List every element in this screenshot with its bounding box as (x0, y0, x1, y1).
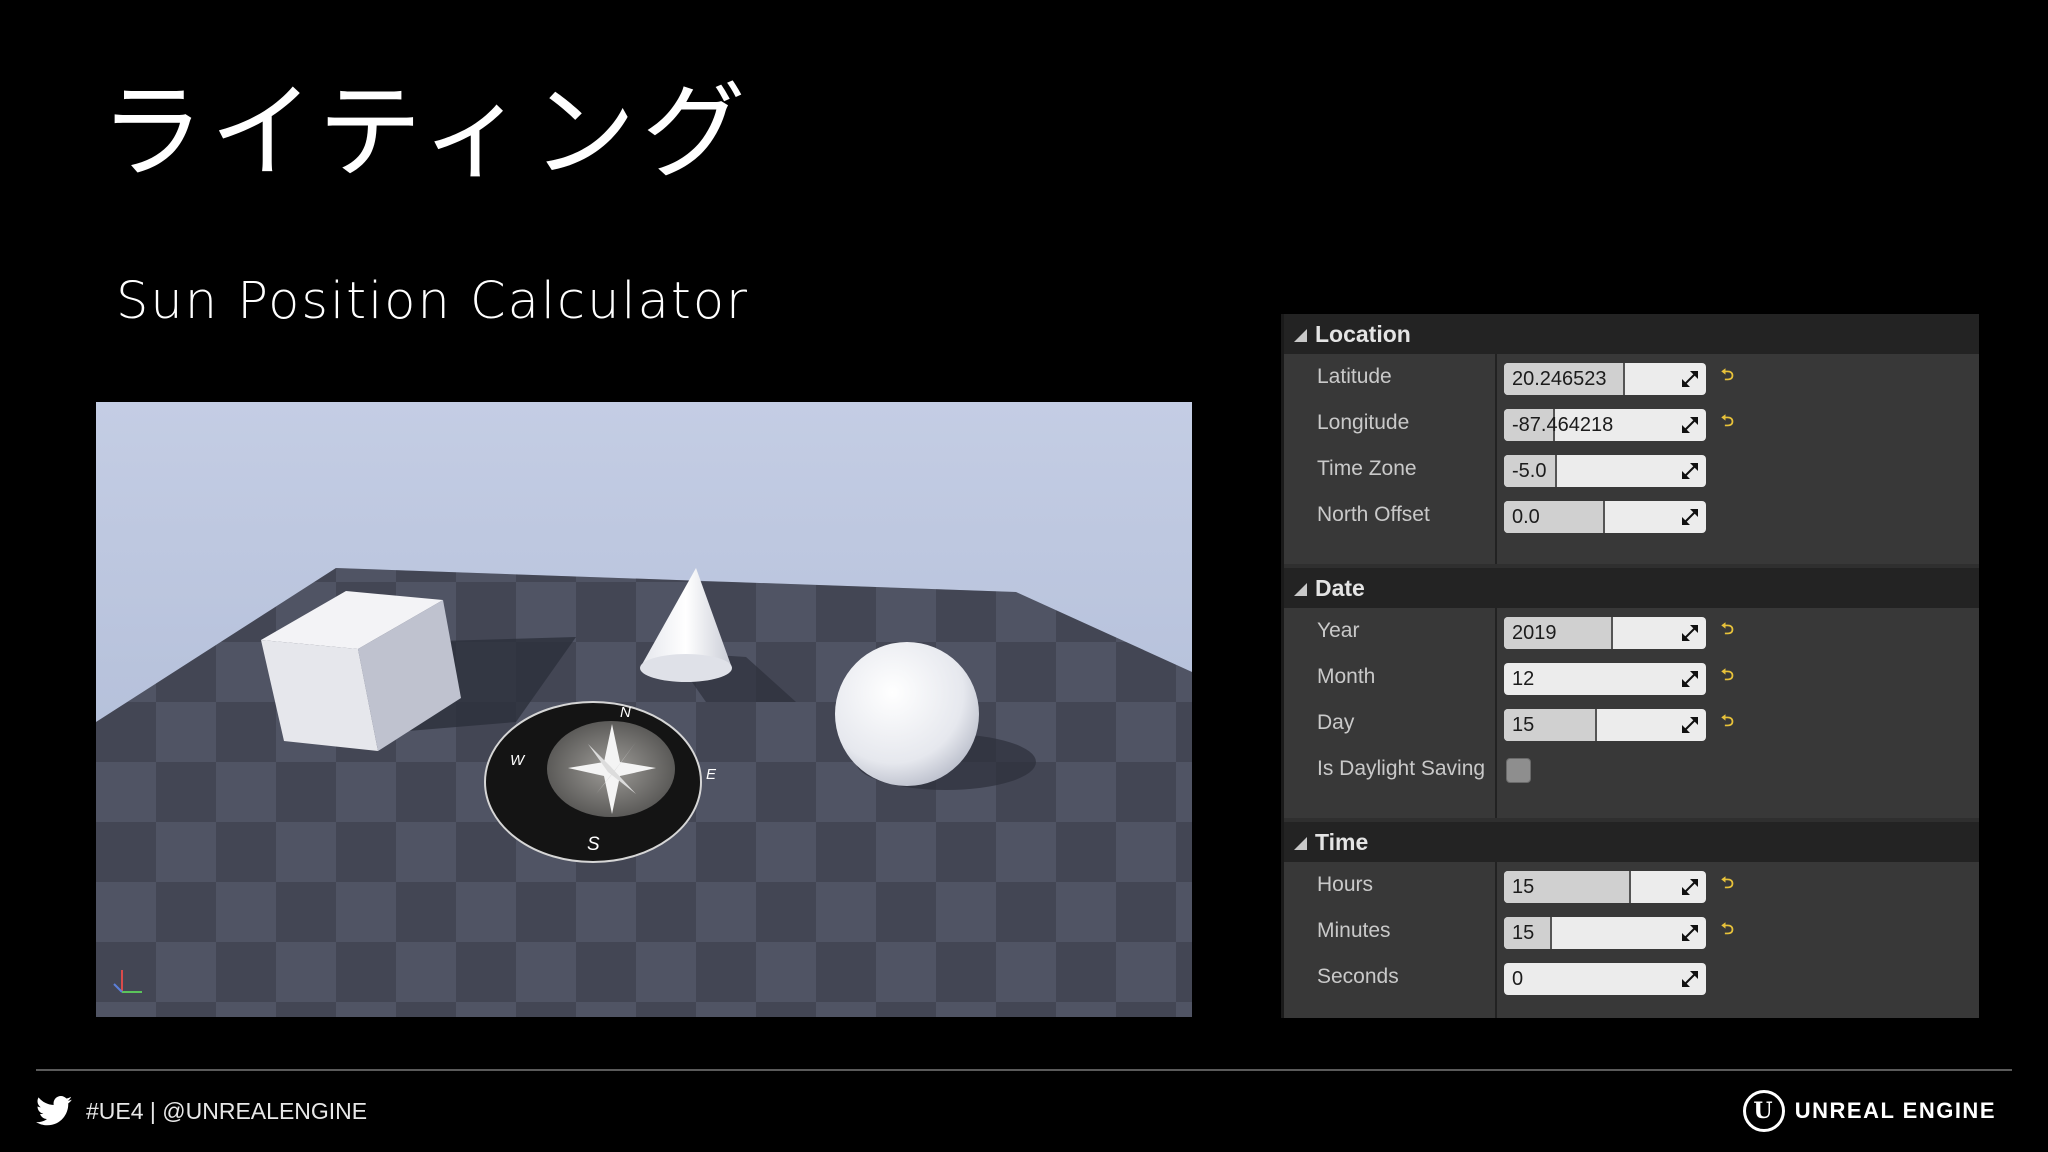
spin-expand-icon (1682, 971, 1698, 987)
time-zone-row: Time Zone -5.0 (1284, 446, 1979, 492)
daylight-saving-row: Is Daylight Saving (1284, 746, 1979, 792)
month-input[interactable]: 12 (1504, 663, 1706, 695)
longitude-label: Longitude (1317, 411, 1410, 434)
year-label: Year (1317, 619, 1360, 642)
day-row: Day 15 ⮌ (1284, 700, 1979, 746)
footer-social-text: #UE4 | @UNREALENGINE (86, 1097, 368, 1124)
footer-divider (36, 1069, 2012, 1071)
day-input[interactable]: 15 (1504, 709, 1706, 741)
time-zone-value: -5.0 (1512, 460, 1547, 482)
spin-expand-icon (1682, 671, 1698, 687)
compass-n-label: N (620, 704, 631, 721)
compass-s-label: S (587, 834, 600, 855)
footer-social: #UE4 | @UNREALENGINE (36, 1094, 367, 1128)
hours-row: Hours 15 ⮌ (1284, 862, 1979, 908)
reset-to-default-icon[interactable]: ⮌ (1721, 713, 1737, 731)
seconds-input[interactable]: 0 (1504, 963, 1706, 995)
longitude-row: Longitude -87.464218 ⮌ (1284, 400, 1979, 446)
spin-expand-icon (1682, 717, 1698, 733)
latitude-input[interactable]: 20.246523 (1504, 363, 1706, 395)
spin-expand-icon (1682, 417, 1698, 433)
compass-w-label: W (510, 752, 526, 769)
reset-to-default-icon[interactable]: ⮌ (1721, 667, 1737, 685)
spin-expand-icon (1682, 879, 1698, 895)
north-offset-value: 0.0 (1512, 506, 1540, 528)
hours-value: 15 (1512, 876, 1535, 898)
year-value: 2019 (1512, 622, 1557, 644)
footer-brand: U UNREAL ENGINE (1742, 1088, 1996, 1134)
daylight-saving-checkbox[interactable] (1506, 758, 1531, 783)
latitude-row: Latitude 20.246523 ⮌ (1284, 354, 1979, 400)
level-viewport[interactable]: N W E S (96, 402, 1192, 1017)
minutes-label: Minutes (1317, 919, 1391, 942)
seconds-row: Seconds 0 (1284, 954, 1979, 1000)
day-value: 15 (1512, 714, 1535, 736)
hours-label: Hours (1317, 873, 1374, 896)
longitude-input[interactable]: -87.464218 (1504, 409, 1706, 441)
north-offset-row: North Offset 0.0 (1284, 492, 1979, 538)
spin-expand-icon (1682, 925, 1698, 941)
year-input[interactable]: 2019 (1504, 617, 1706, 649)
month-row: Month 12 ⮌ (1284, 654, 1979, 700)
longitude-value: -87.464218 (1512, 414, 1614, 436)
collapse-triangle-icon (1294, 328, 1307, 342)
footer-brand-text: UNREAL ENGINE (1794, 1098, 1996, 1123)
location-header-label: Location (1315, 320, 1411, 347)
month-label: Month (1317, 665, 1376, 688)
details-panel: Location Latitude 20.246523 ⮌ Longitude … (1281, 314, 1979, 1018)
time-section: Hours 15 ⮌ Minutes 15 ⮌ Seconds 0 (1284, 862, 1979, 1018)
time-zone-input[interactable]: -5.0 (1504, 455, 1706, 487)
north-offset-input[interactable]: 0.0 (1504, 501, 1706, 533)
daylight-saving-label: Is Daylight Saving (1317, 757, 1486, 780)
spin-expand-icon (1682, 509, 1698, 525)
slide-title: ライティング (100, 71, 752, 193)
time-zone-label: Time Zone (1317, 457, 1417, 480)
spin-expand-icon (1682, 625, 1698, 641)
reset-to-default-icon[interactable]: ⮌ (1721, 921, 1737, 939)
spin-expand-icon (1682, 371, 1698, 387)
north-offset-label: North Offset (1317, 503, 1430, 526)
minutes-row: Minutes 15 ⮌ (1284, 908, 1979, 954)
date-header-label: Date (1315, 574, 1365, 601)
collapse-triangle-icon (1294, 836, 1307, 850)
date-section: Year 2019 ⮌ Month 12 ⮌ Day 15 ⮌ Is Dayli… (1284, 608, 1979, 818)
slide-subtitle: Sun Position Calculator (116, 272, 749, 331)
minutes-input[interactable]: 15 (1504, 917, 1706, 949)
latitude-value: 20.246523 (1512, 368, 1607, 390)
time-header-label: Time (1315, 828, 1369, 855)
reset-to-default-icon[interactable]: ⮌ (1721, 367, 1737, 385)
date-header[interactable]: Date (1284, 568, 1979, 608)
spin-expand-icon (1682, 463, 1698, 479)
minutes-value: 15 (1512, 922, 1535, 944)
reset-to-default-icon[interactable]: ⮌ (1721, 413, 1737, 431)
year-row: Year 2019 ⮌ (1284, 608, 1979, 654)
collapse-triangle-icon (1294, 582, 1307, 596)
compass-e-label: E (706, 766, 717, 783)
location-header[interactable]: Location (1284, 314, 1979, 354)
hours-input[interactable]: 15 (1504, 871, 1706, 903)
twitter-bird-icon (36, 1096, 72, 1126)
latitude-label: Latitude (1317, 365, 1392, 388)
time-header[interactable]: Time (1284, 822, 1979, 862)
viewport-scene: N W E S (96, 568, 1192, 1017)
sphere-mesh[interactable] (835, 642, 979, 786)
unreal-engine-logo-icon: U (1742, 1090, 1785, 1132)
reset-to-default-icon[interactable]: ⮌ (1721, 875, 1737, 893)
seconds-value: 0 (1512, 968, 1524, 990)
seconds-label: Seconds (1317, 965, 1399, 988)
location-section: Latitude 20.246523 ⮌ Longitude -87.46421… (1284, 354, 1979, 564)
day-label: Day (1317, 711, 1355, 734)
reset-to-default-icon[interactable]: ⮌ (1721, 621, 1737, 639)
month-value: 12 (1512, 668, 1535, 690)
